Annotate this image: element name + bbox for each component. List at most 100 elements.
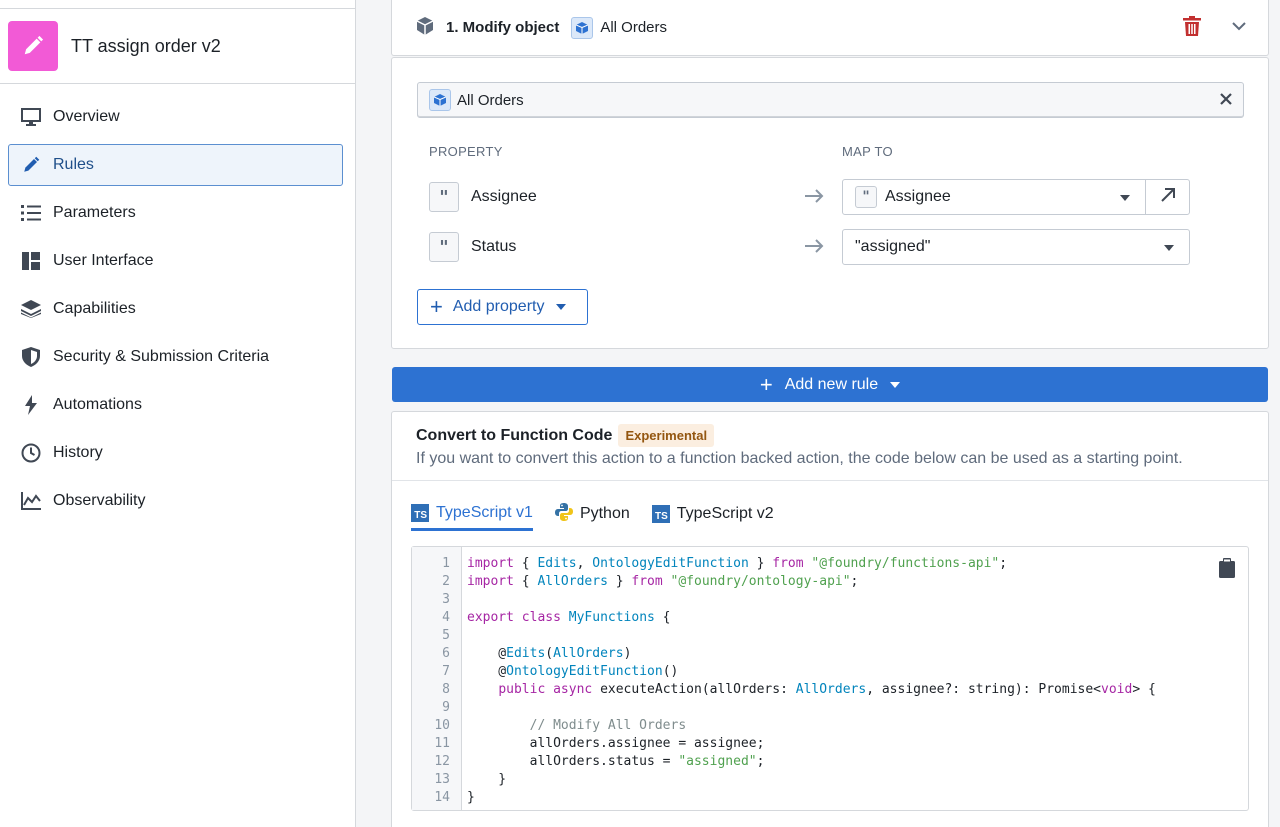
- tab-label: TypeScript v1: [436, 503, 533, 521]
- code-text: @Edits(AllOrders): [467, 646, 632, 661]
- line-number: 2: [442, 574, 450, 589]
- sidebar-item-rules[interactable]: Rules: [8, 144, 343, 186]
- caret-down-icon: [556, 304, 567, 310]
- line-number: 4: [442, 610, 450, 625]
- sidebar-item-user-interface[interactable]: User Interface: [8, 240, 343, 282]
- chevron-down-icon[interactable]: [1232, 18, 1246, 35]
- add-property-label: Add property: [452, 298, 545, 315]
- tab-typescript-v1[interactable]: TS TypeScript v1: [411, 497, 533, 531]
- plus-icon: +: [430, 294, 443, 319]
- add-property-button[interactable]: + Add property: [417, 289, 588, 325]
- sidebar-item-history[interactable]: History: [8, 432, 343, 474]
- code-editor[interactable]: 1 import { Edits, OntologyEditFunction } …: [411, 546, 1249, 811]
- function-code-description: If you want to convert this action to a …: [416, 450, 1183, 467]
- experimental-badge: Experimental: [618, 424, 715, 447]
- sidebar-item-observability[interactable]: Observability: [8, 480, 343, 522]
- tab-python[interactable]: Python: [554, 497, 630, 531]
- line-number: 8: [442, 682, 450, 697]
- code-line: 1 import { Edits, OntologyEditFunction } …: [412, 555, 1007, 573]
- divider: [392, 480, 1268, 481]
- code-line: 5: [412, 627, 450, 645]
- code-text: import { AllOrders } from "@foundry/onto…: [467, 574, 859, 589]
- list-icon: [20, 202, 42, 224]
- property-name: Status: [471, 238, 517, 255]
- sidebar-item-label: Automations: [53, 396, 142, 413]
- tab-typescript-v2[interactable]: TS TypeScript v2: [651, 497, 774, 531]
- pencil-icon: [20, 154, 42, 176]
- plus-icon: +: [759, 371, 773, 397]
- code-line: 7 @OntologyEditFunction(): [412, 663, 678, 681]
- object-select[interactable]: All Orders: [417, 82, 1244, 118]
- function-code-heading: Convert to Function Code: [416, 426, 613, 444]
- code-line: 4 export class MyFunctions {: [412, 609, 670, 627]
- close-icon[interactable]: [1219, 92, 1233, 110]
- trash-icon[interactable]: [1183, 16, 1201, 40]
- string-type-icon: ": [855, 186, 877, 208]
- map-to-select[interactable]: " Assignee: [842, 179, 1146, 215]
- map-to-value: "assigned": [855, 238, 931, 255]
- sidebar-item-label: User Interface: [53, 252, 154, 269]
- sidebar-divider: [0, 83, 355, 84]
- open-parameter-button[interactable]: [1145, 179, 1190, 215]
- object-type-icon: [571, 16, 594, 39]
- line-number: 1: [442, 556, 450, 571]
- property-name: Assignee: [471, 188, 537, 205]
- code-text: public async executeAction(allOrders: Al…: [498, 682, 1156, 697]
- rule-header[interactable]: 1. Modify object All Orders: [391, 0, 1269, 56]
- sidebar-item-label: Security & Submission Criteria: [53, 348, 270, 365]
- sidebar-nav: Overview Rules Parameters User Interface…: [8, 96, 343, 528]
- code-text: export class MyFunctions {: [467, 610, 671, 625]
- caret-down-icon: [1164, 245, 1174, 251]
- line-number: 7: [442, 664, 450, 679]
- code-text: allOrders.assignee = assignee;: [467, 736, 765, 751]
- line-number: 13: [434, 772, 450, 787]
- typescript-icon: TS: [411, 503, 429, 522]
- sidebar-item-capabilities[interactable]: Capabilities: [8, 288, 343, 330]
- code-line: 10 // Modify All Orders: [412, 717, 686, 735]
- sidebar-item-security[interactable]: Security & Submission Criteria: [8, 336, 343, 378]
- code-line: 8 public async executeAction(allOrders: …: [412, 681, 1156, 699]
- property-column-header: PROPERTY: [429, 144, 503, 159]
- line-number: 10: [434, 718, 450, 733]
- sidebar: TT assign order v2 Overview Rules Parame…: [0, 0, 356, 827]
- pencil-icon: [8, 21, 58, 71]
- map-to-select[interactable]: "assigned": [842, 229, 1190, 265]
- arrow-right-icon: [804, 238, 824, 258]
- clipboard-icon[interactable]: [1219, 558, 1235, 582]
- sidebar-item-automations[interactable]: Automations: [8, 384, 343, 426]
- code-line: 3: [412, 591, 450, 609]
- add-rule-label: Add new rule: [784, 375, 879, 393]
- tab-label: Python: [579, 505, 630, 522]
- line-number: 3: [442, 592, 450, 607]
- sidebar-top-border: [0, 8, 355, 9]
- app-header: TT assign order v2: [8, 21, 221, 71]
- line-number: 11: [434, 736, 450, 751]
- rule-object-name: All Orders: [600, 19, 668, 36]
- line-number: 5: [442, 628, 450, 643]
- lightning-icon: [20, 394, 42, 416]
- tab-label: TypeScript v2: [676, 505, 774, 522]
- typescript-icon: TS: [651, 505, 670, 523]
- selected-object-name: All Orders: [457, 91, 524, 109]
- line-number: 14: [434, 790, 450, 805]
- sidebar-item-overview[interactable]: Overview: [8, 96, 343, 138]
- sidebar-item-label: Parameters: [53, 204, 136, 221]
- line-number: 12: [434, 754, 450, 769]
- function-code-title: Convert to Function Code Experimental: [416, 424, 715, 447]
- string-type-icon: ": [429, 182, 459, 212]
- app-title: TT assign order v2: [71, 35, 221, 56]
- code-line: 2 import { AllOrders } from "@foundry/ont…: [412, 573, 858, 591]
- rule-cube-icon: [416, 16, 434, 39]
- sidebar-item-parameters[interactable]: Parameters: [8, 192, 343, 234]
- code-line: 14}: [412, 789, 474, 807]
- add-new-rule-button[interactable]: + Add new rule: [392, 367, 1268, 402]
- line-number: 9: [442, 700, 450, 715]
- sidebar-item-label: History: [53, 444, 103, 461]
- arrow-up-right-icon: [1160, 187, 1176, 207]
- layout-icon: [20, 250, 42, 272]
- property-row: " Assignee: [429, 179, 537, 215]
- code-text: import { Edits, OntologyEditFunction } f…: [467, 556, 1008, 571]
- code-text: }: [467, 772, 507, 787]
- sidebar-item-label: Overview: [53, 108, 120, 125]
- code-text: }: [467, 790, 475, 805]
